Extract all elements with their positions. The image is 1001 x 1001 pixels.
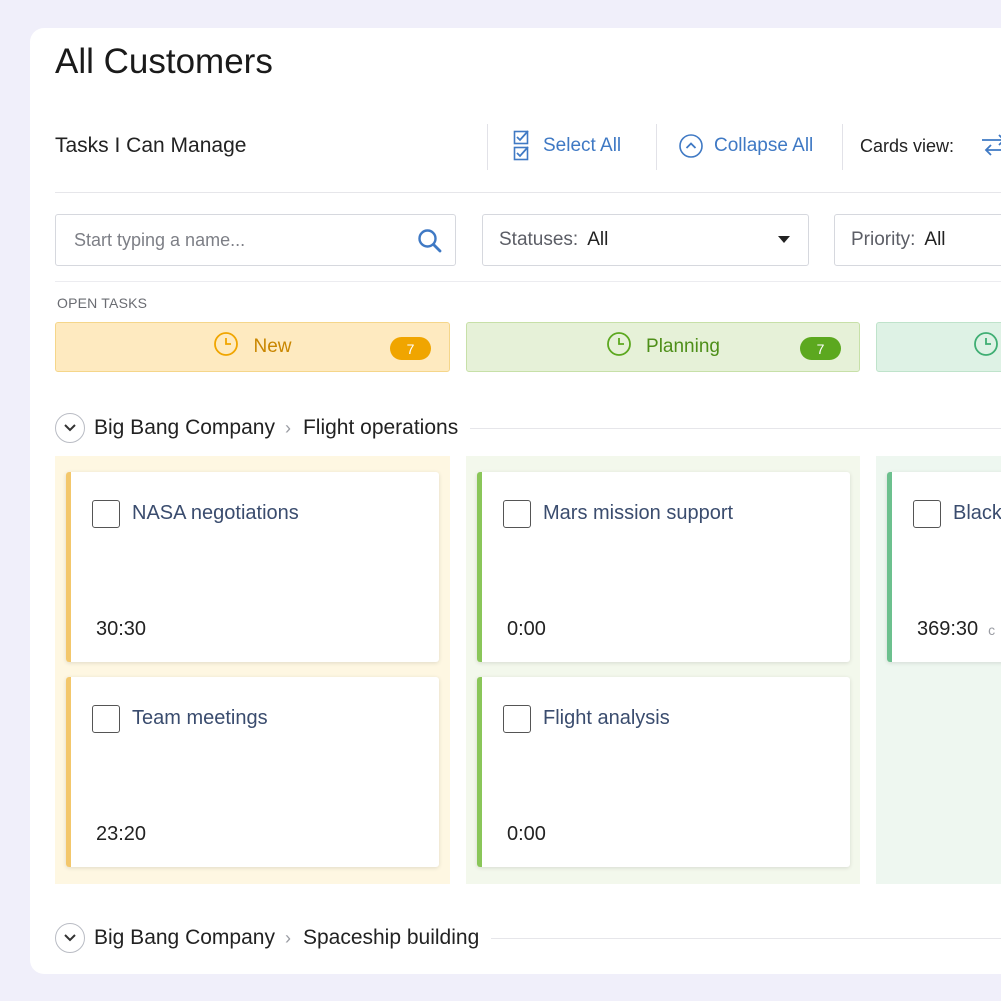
statuses-label: Statuses: <box>499 229 579 250</box>
lane-new: NASA negotiations 30:30 Team meetings 23… <box>55 456 450 884</box>
main-panel: All Customers Tasks I Can Manage Select … <box>30 28 1001 974</box>
task-time-extra: c <box>988 622 996 638</box>
status-bar <box>477 472 482 662</box>
task-time: 23:20 <box>96 823 147 845</box>
group-toggle-button[interactable] <box>55 413 85 443</box>
task-card[interactable]: Team meetings 23:20 <box>66 677 439 867</box>
task-card[interactable]: Flight analysis 0:00 <box>477 677 850 867</box>
task-time: 30:30 <box>96 618 147 640</box>
caret-down-icon <box>778 236 790 243</box>
group-toggle-button[interactable] <box>55 923 85 953</box>
task-card[interactable]: Black 369:30 c <box>887 472 1001 662</box>
status-column-new[interactable]: New 7 <box>55 322 450 372</box>
group-header: Big Bang Company › Flight operations <box>55 411 1001 445</box>
toolbar: Tasks I Can Manage Select All Collapse A… <box>55 120 1001 172</box>
status-label: New <box>253 336 292 357</box>
group-project[interactable]: Flight operations <box>303 416 458 440</box>
breadcrumb-separator-icon: › <box>284 927 291 948</box>
task-time-value: 369:30 <box>917 618 979 640</box>
task-checkbox[interactable] <box>503 500 531 528</box>
task-time: 0:00 <box>507 823 546 845</box>
group-header: Big Bang Company › Spaceship building <box>55 921 1001 955</box>
breadcrumb-separator-icon: › <box>284 417 291 438</box>
status-column-planning[interactable]: Planning 7 <box>466 322 860 372</box>
task-time: 369:30 c <box>917 618 995 641</box>
priority-select[interactable]: Priority: All <box>834 214 1001 266</box>
toolbar-divider <box>842 124 843 170</box>
status-column-3[interactable] <box>876 322 1001 372</box>
priority-label: Priority: <box>851 229 916 250</box>
task-name[interactable]: Team meetings <box>132 707 268 730</box>
divider <box>491 937 1001 939</box>
task-checkbox[interactable] <box>92 705 120 733</box>
clock-icon <box>606 331 632 363</box>
count-badge: 7 <box>800 337 841 360</box>
clock-icon <box>973 331 999 363</box>
task-name[interactable]: NASA negotiations <box>132 502 299 525</box>
status-bar <box>477 677 482 867</box>
status-bar <box>887 472 892 662</box>
task-time: 0:00 <box>507 618 546 640</box>
chevron-down-icon <box>64 424 76 432</box>
status-bar <box>66 472 71 662</box>
chevron-down-icon <box>64 934 76 942</box>
toolbar-divider <box>656 124 657 170</box>
group-customer[interactable]: Big Bang Company <box>94 416 275 440</box>
lane-planning: Mars mission support 0:00 Flight analysi… <box>466 456 860 884</box>
checklist-icon <box>513 130 533 162</box>
task-card[interactable]: NASA negotiations 30:30 <box>66 472 439 662</box>
group-customer[interactable]: Big Bang Company <box>94 926 275 950</box>
lane-3: Black 369:30 c <box>876 456 1001 884</box>
status-label: Planning <box>646 336 720 357</box>
task-name[interactable]: Flight analysis <box>543 707 670 730</box>
collapse-all-label: Collapse All <box>714 135 814 156</box>
divider <box>55 281 1001 282</box>
select-all-button[interactable]: Select All <box>513 128 621 164</box>
task-checkbox[interactable] <box>913 500 941 528</box>
page-title: All Customers <box>55 42 273 81</box>
status-bar <box>66 677 71 867</box>
priority-value: All <box>924 229 946 250</box>
search-icon[interactable] <box>417 228 443 259</box>
task-card[interactable]: Mars mission support 0:00 <box>477 472 850 662</box>
search-input[interactable] <box>56 215 411 265</box>
group-project[interactable]: Spaceship building <box>303 926 479 950</box>
task-name[interactable]: Black <box>953 502 1001 525</box>
statuses-select[interactable]: Statuses: All <box>482 214 809 266</box>
divider <box>55 192 1001 193</box>
divider <box>470 427 1001 429</box>
select-all-label: Select All <box>543 135 622 156</box>
tasks-scope-label: Tasks I Can Manage <box>55 134 247 157</box>
collapse-all-button[interactable]: Collapse All <box>678 128 813 164</box>
task-checkbox[interactable] <box>92 500 120 528</box>
task-checkbox[interactable] <box>503 705 531 733</box>
task-name[interactable]: Mars mission support <box>543 502 733 525</box>
open-tasks-heading: OPEN TASKS <box>57 295 148 311</box>
cards-view-label: Cards view: <box>860 136 955 156</box>
clock-icon <box>213 331 239 363</box>
search-box <box>55 214 456 266</box>
swap-view-icon[interactable] <box>980 132 1001 163</box>
statuses-value: All <box>587 229 609 250</box>
count-badge: 7 <box>390 337 431 360</box>
toolbar-divider <box>487 124 488 170</box>
collapse-circle-icon <box>678 133 704 159</box>
